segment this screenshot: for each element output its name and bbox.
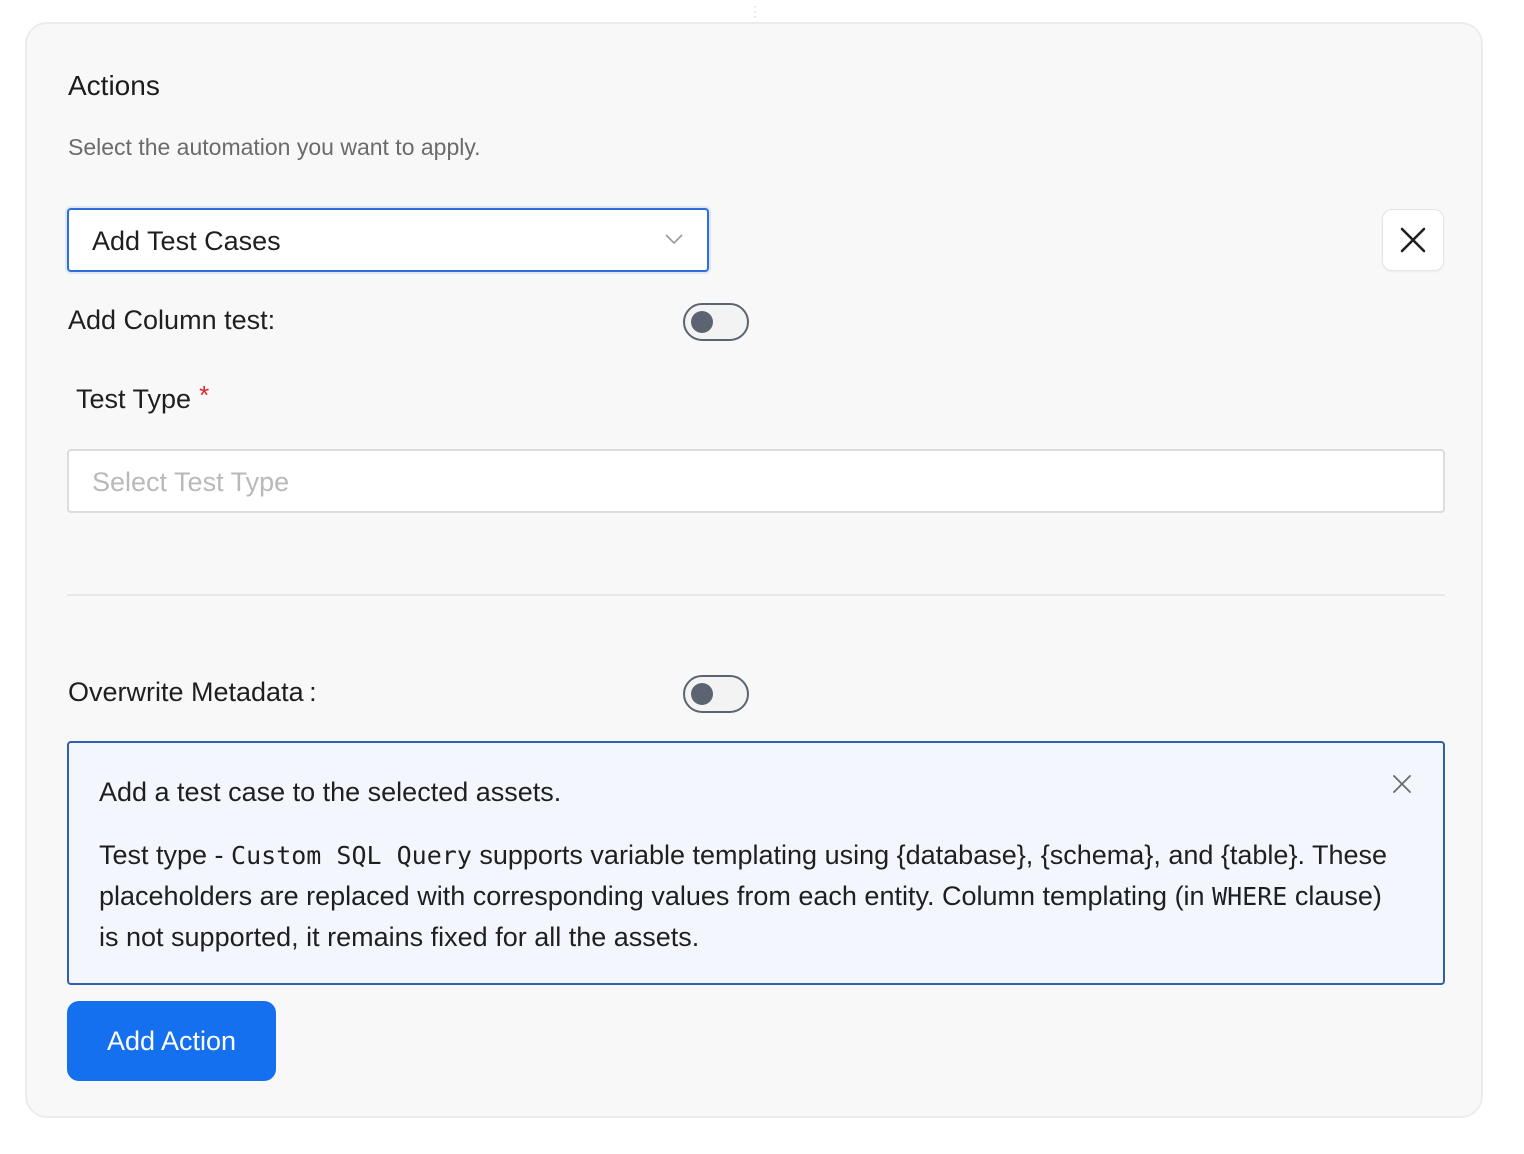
section-subtitle: Select the automation you want to apply.	[68, 134, 481, 160]
overwrite-metadata-colon: :	[309, 677, 317, 707]
info-alert-body: Test type - Custom SQL Query supports va…	[99, 835, 1389, 957]
toggle-knob	[691, 311, 713, 333]
info-body-prefix: Test type -	[99, 840, 232, 870]
required-marker: *	[199, 380, 210, 410]
action-card: Actions Select the automation you want t…	[25, 22, 1483, 1118]
add-action-button[interactable]: Add Action	[67, 1001, 276, 1081]
action-type-select-value: Add Test Cases	[92, 226, 281, 256]
test-type-select[interactable]: Select Test Type	[67, 449, 1445, 513]
drag-handle-icon[interactable]: · · ·	[753, 0, 757, 22]
section-divider	[67, 594, 1445, 596]
action-type-select[interactable]: Add Test Cases	[67, 208, 709, 272]
close-icon	[1400, 227, 1426, 253]
overwrite-metadata-label: Overwrite Metadata :	[68, 677, 317, 708]
overwrite-metadata-toggle[interactable]	[683, 675, 749, 713]
chevron-down-icon	[665, 234, 683, 245]
close-icon[interactable]	[1391, 773, 1413, 795]
test-type-label: Test Type *	[76, 380, 209, 415]
add-column-test-label: Add Column test:	[68, 305, 276, 335]
info-alert-title: Add a test case to the selected assets.	[99, 777, 562, 807]
section-title: Actions	[68, 70, 160, 101]
info-alert: Add a test case to the selected assets. …	[67, 741, 1445, 985]
remove-action-button[interactable]	[1382, 209, 1444, 271]
test-type-label-text: Test Type	[76, 384, 192, 414]
info-body-code: Custom SQL Query	[231, 841, 472, 870]
info-body-code-where: WHERE	[1212, 882, 1288, 911]
add-column-test-toggle[interactable]	[683, 303, 749, 341]
overwrite-metadata-label-text: Overwrite Metadata	[68, 677, 304, 707]
toggle-knob	[691, 683, 713, 705]
test-type-placeholder: Select Test Type	[92, 467, 290, 497]
